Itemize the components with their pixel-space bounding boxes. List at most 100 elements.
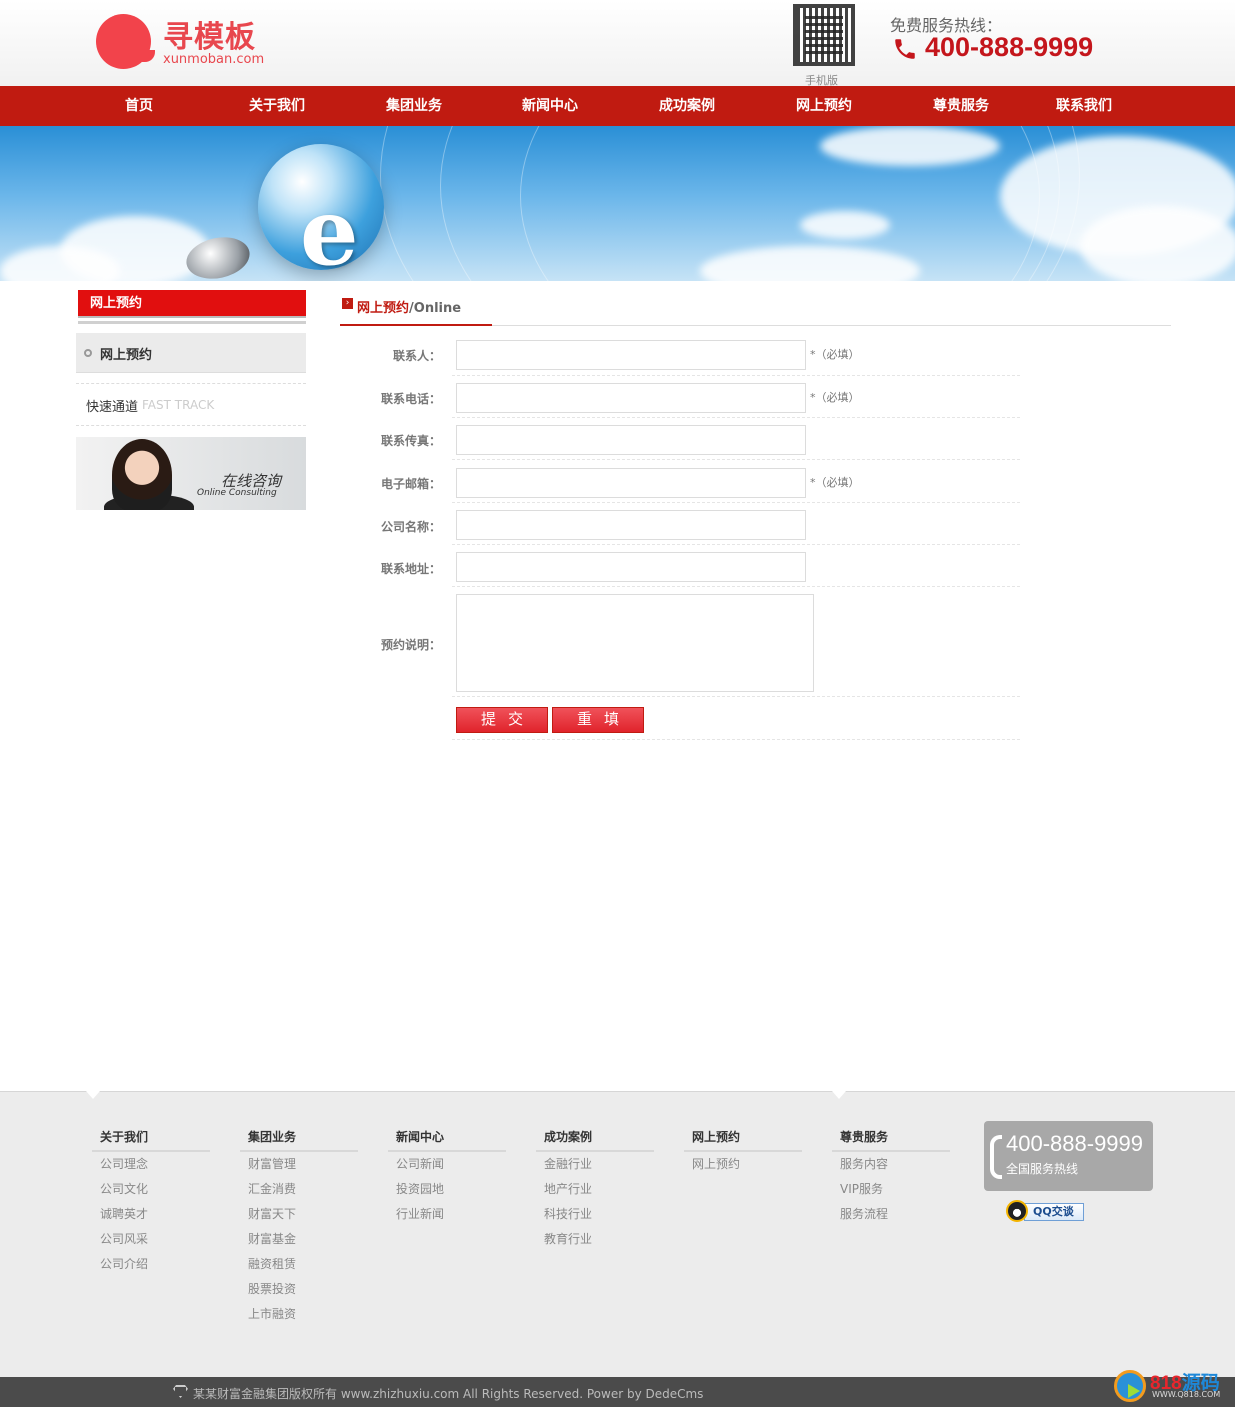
nav-item-cases[interactable]: 成功案例 xyxy=(632,86,742,126)
sidebar-item-label: 网上预约 xyxy=(100,348,153,363)
footer-link[interactable]: 科技行业 xyxy=(536,1202,654,1227)
qq-penguin-icon xyxy=(1006,1200,1028,1222)
phone-input[interactable] xyxy=(456,383,806,413)
online-consult-banner[interactable]: 在线咨询 Online Consulting xyxy=(76,437,306,510)
fax-input[interactable] xyxy=(456,425,806,455)
footer-link[interactable]: 公司介绍 xyxy=(92,1252,210,1277)
company-label: 公司名称： xyxy=(380,520,441,534)
nav-item-contact[interactable]: 联系我们 xyxy=(1029,86,1139,126)
phone-icon xyxy=(990,1135,1002,1179)
footer-link[interactable]: 财富管理 xyxy=(240,1152,358,1177)
hotline-number: 400-888-9999 xyxy=(925,32,1094,62)
hero-banner: e xyxy=(0,126,1235,281)
qr-code-icon xyxy=(793,4,855,66)
copyright-bar: 某某财富金融集团版权所有 www.zhizhuxiu.com All Right… xyxy=(0,1377,1235,1407)
nav-item-about[interactable]: 关于我们 xyxy=(222,86,332,126)
page-title-suffix: /Online xyxy=(409,301,462,316)
required-note: *（必填） xyxy=(810,391,860,404)
sidebar-item-booking[interactable]: 网上预约 xyxy=(76,333,306,373)
footer-notch xyxy=(86,1091,100,1099)
nav-item-home[interactable]: 首页 xyxy=(84,86,194,126)
site-footer: 关于我们 公司理念 公司文化 诚聘英才 公司风采 公司介绍 集团业务 财富管理 … xyxy=(0,1091,1235,1377)
phone-label: 联系电话： xyxy=(380,392,441,406)
e-logo-graphic: e xyxy=(300,178,359,281)
footer-link[interactable]: 投资园地 xyxy=(388,1177,506,1202)
bullet-icon xyxy=(84,349,92,357)
footer-link[interactable]: 上市融资 xyxy=(240,1302,358,1327)
footer-link[interactable]: 股票投资 xyxy=(240,1277,358,1302)
footer-col-title: 成功案例 xyxy=(536,1128,654,1152)
note-label: 预约说明： xyxy=(380,638,441,652)
consultant-avatar xyxy=(112,439,172,510)
watermark-logo: 818源码 WWW.Q818.COM xyxy=(1114,1368,1232,1404)
footer-link[interactable]: 服务内容 xyxy=(832,1152,950,1177)
logo-icon[interactable] xyxy=(96,14,155,69)
logo-domain[interactable]: xunmoban.com xyxy=(163,52,264,67)
page-title: 网上预约/Online xyxy=(357,297,461,316)
footer-link[interactable]: 地产行业 xyxy=(536,1177,654,1202)
footer-hotline-box: 400-888-9999 全国服务热线 xyxy=(984,1121,1153,1191)
fast-track-en: FAST TRACK xyxy=(142,398,215,412)
required-note: *（必填） xyxy=(810,476,860,489)
footer-link[interactable]: 服务流程 xyxy=(832,1202,950,1227)
footer-link[interactable]: 汇金消费 xyxy=(240,1177,358,1202)
note-textarea[interactable] xyxy=(456,594,814,692)
page-title-current: 网上预约 xyxy=(357,301,410,316)
contact-name-input[interactable] xyxy=(456,340,806,370)
consult-subtitle: Online Consulting xyxy=(197,488,277,498)
company-input[interactable] xyxy=(456,510,806,540)
address-label: 联系地址： xyxy=(380,562,441,576)
footer-col-title: 集团业务 xyxy=(240,1128,358,1152)
footer-hotline-label: 全国服务热线 xyxy=(1006,1162,1079,1176)
footer-col-cases: 成功案例 金融行业 地产行业 科技行业 教育行业 xyxy=(536,1128,654,1252)
footer-link[interactable]: 行业新闻 xyxy=(388,1202,506,1227)
title-underline xyxy=(340,324,492,326)
divider xyxy=(76,383,306,384)
nav-item-vip[interactable]: 尊贵服务 xyxy=(906,86,1016,126)
sidebar-title: 网上预约 xyxy=(78,290,306,318)
main-nav: 首页 关于我们 集团业务 新闻中心 成功案例 网上预约 尊贵服务 联系我们 xyxy=(0,86,1235,126)
footer-link[interactable]: 诚聘英才 xyxy=(92,1202,210,1227)
phone-icon xyxy=(895,39,915,59)
footer-col-about: 关于我们 公司理念 公司文化 诚聘英才 公司风采 公司介绍 xyxy=(92,1128,210,1277)
address-input[interactable] xyxy=(456,552,806,582)
email-input[interactable] xyxy=(456,468,806,498)
footer-col-title: 新闻中心 xyxy=(388,1128,506,1152)
footer-col-vip: 尊贵服务 服务内容 VIP服务 服务流程 xyxy=(832,1128,950,1227)
footer-notch xyxy=(832,1091,846,1099)
footer-link[interactable]: VIP服务 xyxy=(832,1177,950,1202)
footer-link[interactable]: 金融行业 xyxy=(536,1152,654,1177)
reset-button[interactable]: 重填 xyxy=(552,707,644,733)
copyright-text: 某某财富金融集团版权所有 www.zhizhuxiu.com All Right… xyxy=(193,1387,704,1401)
logo-text[interactable]: 寻模板 xyxy=(163,12,256,56)
required-note: *（必填） xyxy=(810,348,860,361)
site-header: 寻模板 xunmoban.com 手机版 免费服务热线： 400-888-999… xyxy=(0,0,1235,87)
arrow-icon: › xyxy=(342,298,353,309)
footer-link[interactable]: 公司新闻 xyxy=(388,1152,506,1177)
footer-link[interactable]: 财富天下 xyxy=(240,1202,358,1227)
footer-link[interactable]: 财富基金 xyxy=(240,1227,358,1252)
fast-track-label: 快速通道 xyxy=(86,400,139,415)
footer-link[interactable]: 融资租赁 xyxy=(240,1252,358,1277)
qq-chat-label: QQ交谈 xyxy=(1024,1203,1084,1221)
footer-link[interactable]: 网上预约 xyxy=(684,1152,802,1177)
footer-link[interactable]: 公司风采 xyxy=(92,1227,210,1252)
watermark-url: WWW.Q818.COM xyxy=(1152,1390,1221,1399)
footer-link[interactable]: 公司理念 xyxy=(92,1152,210,1177)
submit-button[interactable]: 提交 xyxy=(456,707,548,733)
footer-col-business: 集团业务 财富管理 汇金消费 财富天下 财富基金 融资租赁 股票投资 上市融资 xyxy=(240,1128,358,1327)
footer-col-booking: 网上预约 网上预约 xyxy=(684,1128,802,1177)
nav-item-booking[interactable]: 网上预约 xyxy=(769,86,879,126)
nav-item-business[interactable]: 集团业务 xyxy=(359,86,469,126)
footer-col-title: 尊贵服务 xyxy=(832,1128,950,1152)
footer-link[interactable]: 教育行业 xyxy=(536,1227,654,1252)
footer-col-news: 新闻中心 公司新闻 投资园地 行业新闻 xyxy=(388,1128,506,1227)
qq-chat-button[interactable]: QQ交谈 xyxy=(1006,1200,1084,1222)
footer-link[interactable]: 公司文化 xyxy=(92,1177,210,1202)
contact-name-label: 联系人： xyxy=(392,349,441,363)
divider xyxy=(76,425,306,426)
nav-item-news[interactable]: 新闻中心 xyxy=(495,86,605,126)
diamond-icon xyxy=(173,1385,188,1398)
sidebar-divider xyxy=(78,321,306,324)
footer-col-title: 网上预约 xyxy=(684,1128,802,1152)
